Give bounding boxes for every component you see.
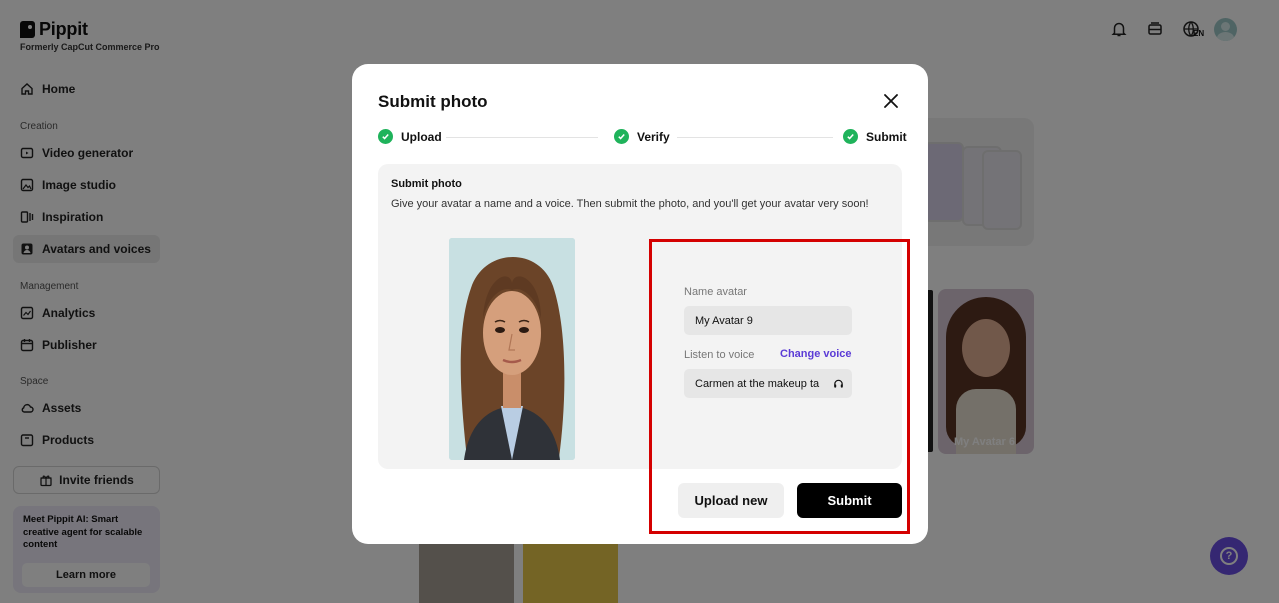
step-label: Verify [637, 129, 670, 144]
close-button[interactable] [881, 91, 901, 111]
close-icon [884, 94, 898, 108]
check-icon [614, 129, 629, 144]
step-submit: Submit [843, 129, 907, 144]
uploaded-photo-preview [449, 238, 575, 460]
check-icon [843, 129, 858, 144]
panel-description: Give your avatar a name and a voice. The… [391, 198, 869, 210]
step-label: Submit [866, 129, 907, 144]
check-icon [378, 129, 393, 144]
panel-title: Submit photo [391, 178, 462, 190]
step-verify: Verify [614, 129, 670, 144]
step-connector [677, 137, 833, 138]
portrait-image [449, 238, 575, 460]
step-upload: Upload [378, 129, 442, 144]
dialog-title: Submit photo [378, 92, 488, 111]
step-label: Upload [401, 129, 442, 144]
annotation-highlight-box [649, 239, 910, 534]
step-connector [446, 137, 598, 138]
